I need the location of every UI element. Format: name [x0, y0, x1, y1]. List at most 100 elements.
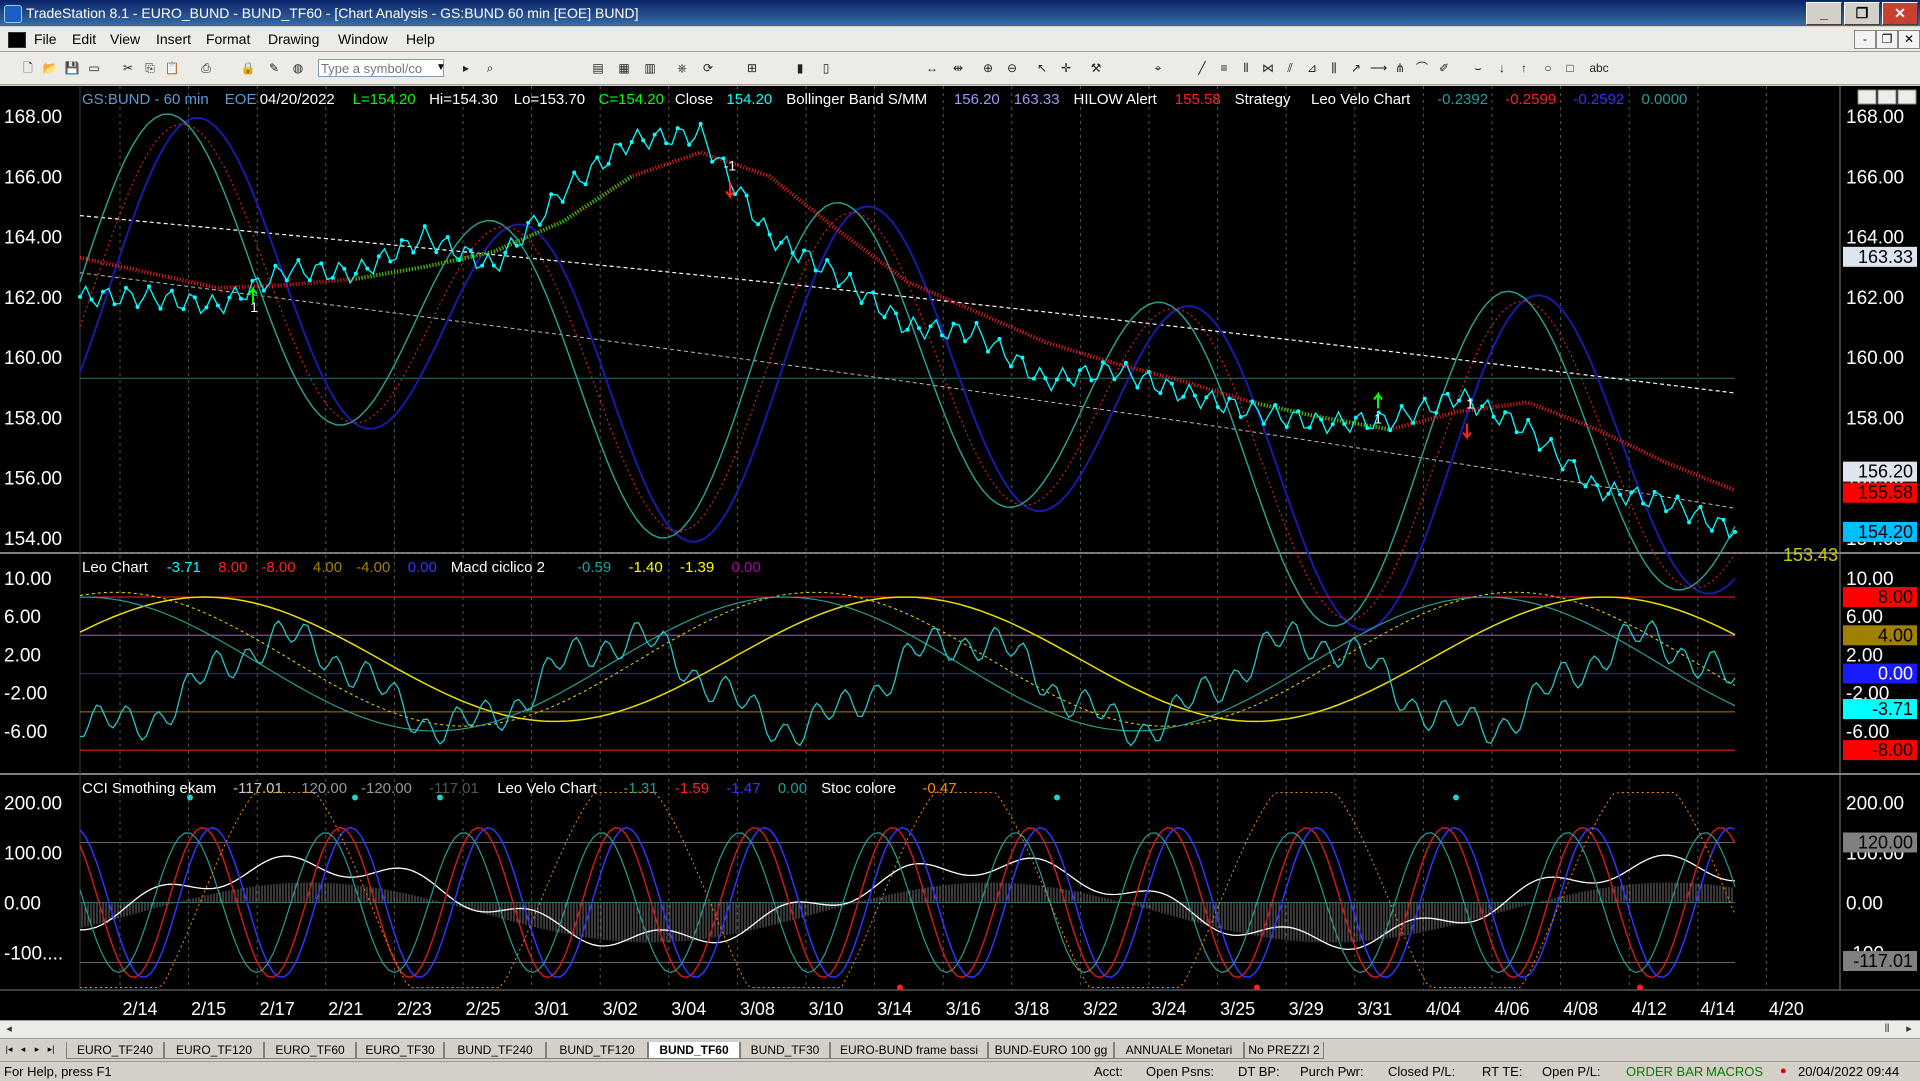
curve-icon[interactable]: ⌣: [1470, 60, 1486, 76]
scroll-right-icon[interactable]: ▸: [1902, 1022, 1916, 1036]
price-dot: [1089, 378, 1094, 383]
chart-window-icon[interactable]: [8, 32, 26, 48]
price-dot: [583, 182, 588, 187]
legend-item: 0.00: [732, 559, 761, 576]
channel-icon[interactable]: ⫽: [1282, 60, 1298, 76]
expand-icon[interactable]: ↔: [924, 60, 940, 76]
paint-icon[interactable]: ✎: [266, 60, 282, 76]
zoom-out-icon[interactable]: ⊖: [1004, 60, 1020, 76]
tab-euro-bund-frame-bassi[interactable]: EURO-BUND frame bassi: [830, 1042, 988, 1059]
symbol-dropdown-icon[interactable]: ▼: [434, 59, 448, 77]
open-folder-icon[interactable]: 📂: [42, 60, 58, 76]
fibonacci-icon[interactable]: ⋈: [1260, 60, 1276, 76]
ray-icon[interactable]: ⟶: [1370, 60, 1387, 76]
down-arrow-red-icon[interactable]: ↓: [1494, 60, 1510, 76]
gann-icon[interactable]: ⊿: [1304, 60, 1320, 76]
tab-prev-icon[interactable]: ◂: [17, 1042, 29, 1056]
y-tick-label-right: 166.00: [1846, 167, 1904, 188]
cut-icon[interactable]: ✂: [120, 60, 136, 76]
rectangle-icon[interactable]: □: [1562, 60, 1578, 76]
pitchfork-icon[interactable]: ⋔: [1392, 60, 1408, 76]
save-icon[interactable]: 💾: [64, 60, 80, 76]
scroll-thumb-icon[interactable]: ⦀: [1880, 1022, 1894, 1036]
menu-insert[interactable]: Insert: [156, 31, 191, 47]
zoom-in-icon[interactable]: ⊕: [980, 60, 996, 76]
insert-indicator-icon[interactable]: ▤: [590, 60, 606, 76]
mdi-minimize-button[interactable]: -: [1854, 30, 1876, 49]
tab-first-icon[interactable]: |◂: [3, 1042, 15, 1056]
lookup-icon[interactable]: ⌕: [482, 60, 498, 76]
compress-icon[interactable]: ⇹: [950, 60, 966, 76]
horizontal-scrollbar[interactable]: ◂ ⦀ ▸: [0, 1020, 1920, 1038]
crosshair-icon[interactable]: ✛: [1058, 60, 1074, 76]
menu-drawing[interactable]: Drawing: [268, 31, 319, 47]
symbol-input[interactable]: [318, 59, 444, 77]
price-dot: [1204, 395, 1209, 400]
chart-style-icon[interactable]: ⊞: [744, 60, 760, 76]
pointer-icon[interactable]: ↖: [1034, 60, 1050, 76]
restore-button[interactable]: ❐: [1844, 2, 1880, 25]
copy-icon[interactable]: ⎘: [142, 60, 158, 76]
close-button[interactable]: ✕: [1882, 2, 1918, 25]
mdi-restore-button[interactable]: ❐: [1876, 30, 1898, 49]
minimize-button[interactable]: _: [1806, 2, 1842, 25]
lock-icon[interactable]: 🔒: [240, 60, 256, 76]
price-dot: [629, 139, 634, 144]
tab-last-icon[interactable]: ▸|: [45, 1042, 57, 1056]
data-window-icon[interactable]: ▦: [616, 60, 632, 76]
scroll-left-icon[interactable]: ◂: [2, 1022, 16, 1036]
hammer-icon[interactable]: ⚒: [1088, 60, 1104, 76]
globe-icon[interactable]: ◍: [290, 60, 306, 76]
pen-icon[interactable]: ✐: [1436, 60, 1452, 76]
tab-bund-tf120[interactable]: BUND_TF120: [546, 1042, 648, 1059]
tab-euro-tf240[interactable]: EURO_TF240: [66, 1042, 164, 1059]
strategy-icon[interactable]: ⎈: [674, 60, 690, 76]
bar-chart-icon[interactable]: ▮: [792, 60, 808, 76]
menu-format[interactable]: Format: [206, 31, 250, 47]
price-dot: [1457, 398, 1462, 403]
print-icon[interactable]: ⎙: [198, 60, 214, 76]
tab-next-icon[interactable]: ▸: [31, 1042, 43, 1056]
price-dot: [330, 275, 335, 280]
speed-lines-icon[interactable]: ⫼: [1326, 60, 1342, 76]
cursor-tool-icon[interactable]: ⌖: [1150, 60, 1166, 76]
price-dot: [1514, 430, 1519, 435]
mdi-close-button[interactable]: ✕: [1898, 30, 1920, 49]
new-window-icon[interactable]: ▭: [86, 60, 102, 76]
menu-file[interactable]: File: [34, 31, 57, 47]
tab-bund-tf30[interactable]: BUND_TF30: [740, 1042, 830, 1059]
tab-euro-tf60[interactable]: EURO_TF60: [264, 1042, 356, 1059]
order-bar-indicator[interactable]: ORDER BAR: [1626, 1064, 1703, 1079]
horizontal-line-icon[interactable]: ≡: [1216, 60, 1232, 76]
chart-canvas[interactable]: 2/14 2/15 2/17 2/21 2/23 2/25 3/01 3/02 3/04 3/08…: [0, 86, 1920, 1020]
refresh-icon[interactable]: ⟳: [700, 60, 716, 76]
vertical-line-icon[interactable]: ⫴: [1238, 60, 1254, 76]
chart-area[interactable]: 2/14 2/15 2/17 2/21 2/23 2/25 3/01 3/02 3/04 3/08…: [0, 86, 1920, 1020]
tab-euro-tf30[interactable]: EURO_TF30: [356, 1042, 444, 1059]
tab-annuale-monetari[interactable]: ANNUALE Monetari: [1114, 1042, 1244, 1059]
tab-euro-tf120[interactable]: EURO_TF120: [164, 1042, 264, 1059]
up-arrow-icon[interactable]: ↑: [1516, 60, 1532, 76]
menu-edit[interactable]: Edit: [72, 31, 96, 47]
price-dot: [307, 278, 312, 283]
menu-view[interactable]: View: [110, 31, 140, 47]
tab-no-prezzi-2[interactable]: No PREZZI 2: [1244, 1042, 1324, 1059]
tab-bund-tf240[interactable]: BUND_TF240: [444, 1042, 546, 1059]
go-arrow-icon[interactable]: ▸: [458, 60, 474, 76]
text-tool-icon[interactable]: abc: [1588, 60, 1610, 76]
arrow-line-icon[interactable]: ↗: [1348, 60, 1364, 76]
menu-help[interactable]: Help: [406, 31, 435, 47]
tab-bund-euro-100-gg[interactable]: BUND-EURO 100 gg: [988, 1042, 1114, 1059]
candle-chart-icon[interactable]: ▯: [818, 60, 834, 76]
menu-window[interactable]: Window: [338, 31, 388, 47]
legend-item: 4.00: [313, 559, 342, 576]
trendline-icon[interactable]: ╱: [1194, 60, 1210, 76]
format-icon[interactable]: ▥: [642, 60, 658, 76]
macros-indicator[interactable]: MACROS: [1706, 1064, 1763, 1079]
tab-bund-tf60[interactable]: BUND_TF60: [648, 1042, 740, 1059]
ellipse-icon[interactable]: ○: [1540, 60, 1556, 76]
paste-icon[interactable]: 📋: [164, 60, 180, 76]
arc-icon[interactable]: ⌒: [1414, 60, 1430, 76]
new-file-icon[interactable]: 🗋: [20, 60, 36, 76]
x-date-label: 3/01: [534, 999, 569, 1019]
